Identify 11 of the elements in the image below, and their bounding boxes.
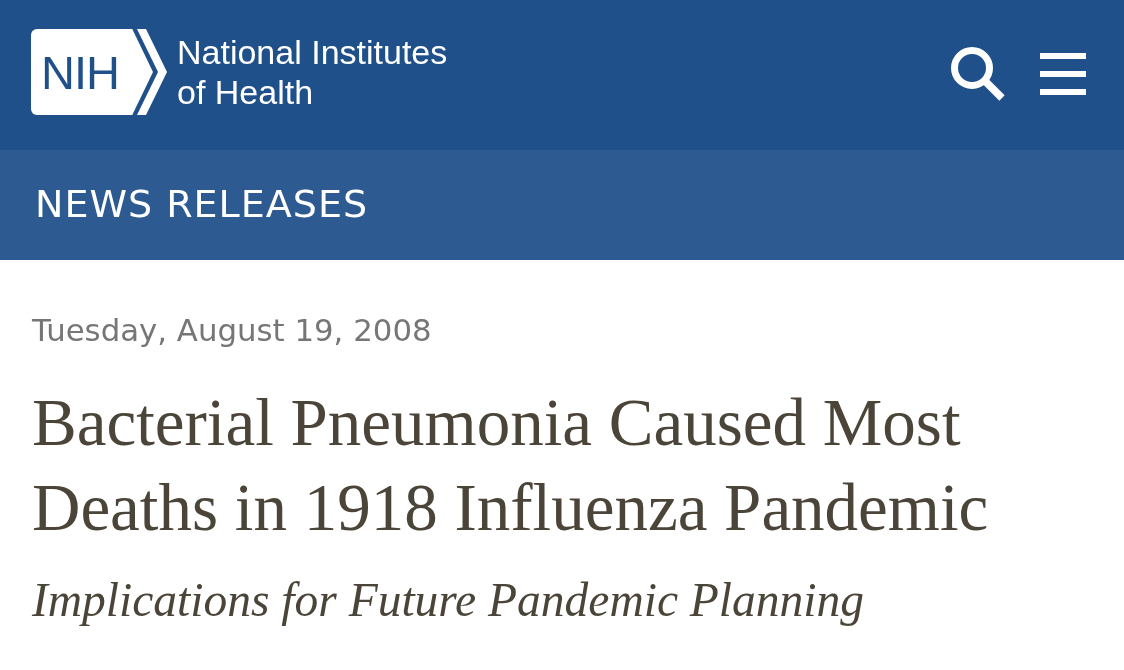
article-subtitle: Implications for Future Pandemic Planning bbox=[32, 573, 865, 628]
article-date: Tuesday, August 19, 2008 bbox=[32, 311, 433, 350]
section-title: NEWS RELEASES bbox=[35, 182, 369, 226]
search-icon bbox=[950, 46, 1006, 102]
menu-button[interactable] bbox=[1040, 53, 1086, 95]
article-title: Bacterial Pneumonia Caused Most Deaths in 1918 Influenza Pandemic bbox=[32, 384, 990, 546]
menu-icon bbox=[1040, 53, 1086, 95]
search-button[interactable] bbox=[950, 46, 1006, 102]
chevron-icon bbox=[137, 29, 167, 115]
home-link[interactable]: NIH National Institutes of Health bbox=[31, 29, 465, 115]
logo-text: National Institutes of Health bbox=[177, 32, 449, 112]
